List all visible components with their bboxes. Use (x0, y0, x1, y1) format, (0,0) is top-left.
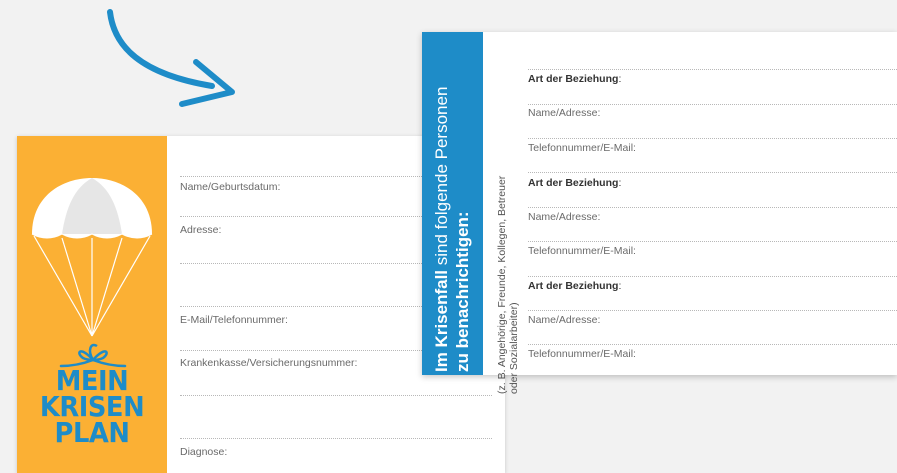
field-phone-email-3[interactable]: Telefonnummer/E-Mail: (528, 348, 897, 360)
mein-krisenplan-logo: MEIN KRISEN PLAN (17, 340, 167, 460)
dotted-line (528, 310, 897, 311)
field-name-address-3[interactable]: Name/Adresse: (528, 314, 897, 326)
dotted-line (528, 276, 897, 277)
card-subtitle-line2: oder Sozialarbeiter) (508, 302, 520, 394)
dotted-line (528, 344, 897, 345)
logo-line-3: PLAN (54, 416, 130, 449)
dotted-line (528, 104, 897, 105)
field-name-address-2[interactable]: Name/Adresse: (528, 211, 897, 223)
parachute-icon (31, 178, 153, 337)
dotted-line (528, 172, 897, 173)
dotted-line (528, 69, 897, 70)
card-title-rest: sind folgende Personen (432, 86, 451, 270)
relationship-colon: : (618, 73, 622, 85)
card-subtitle: (z. B. Angehörige, Freunde, Kollegen, Be… (496, 94, 520, 394)
dotted-line (528, 138, 897, 139)
card-title-bold: Im Krisenfall (432, 269, 451, 372)
card-subtitle-line1: (z. B. Angehörige, Freunde, Kollegen, Be… (496, 175, 508, 394)
relationship-colon: : (618, 280, 622, 292)
relationship-label: Art der Beziehung (528, 73, 619, 85)
field-relationship-1[interactable]: Art der Beziehung: (528, 73, 897, 85)
blue-panel: Im Krisenfall sind folgende Personen zu … (422, 32, 483, 375)
card-title-line2: zu benachrichtigen: (453, 211, 472, 372)
field-name-address-1[interactable]: Name/Adresse: (528, 107, 897, 119)
field-phone-email-1[interactable]: Telefonnummer/E-Mail: (528, 142, 897, 154)
relationship-label: Art der Beziehung (528, 280, 619, 292)
dotted-line (180, 438, 492, 439)
dotted-line (180, 395, 492, 396)
contact-rows: Art der Beziehung: Name/Adresse: Telefon… (528, 32, 897, 375)
field-phone-email-2[interactable]: Telefonnummer/E-Mail: (528, 245, 897, 257)
relationship-label: Art der Beziehung (528, 177, 619, 189)
emergency-contacts-card: Im Krisenfall sind folgende Personen zu … (422, 32, 897, 394)
field-relationship-2[interactable]: Art der Beziehung: (528, 177, 897, 189)
relationship-colon: : (618, 177, 622, 189)
card-title: Im Krisenfall sind folgende Personen zu … (431, 42, 473, 372)
dotted-line (528, 207, 897, 208)
field-relationship-3[interactable]: Art der Beziehung: (528, 280, 897, 292)
field-diagnosis[interactable]: Diagnose: (180, 446, 492, 458)
orange-panel: MEIN KRISEN PLAN (17, 136, 167, 473)
dotted-line (528, 241, 897, 242)
curved-arrow-icon (107, 9, 235, 107)
